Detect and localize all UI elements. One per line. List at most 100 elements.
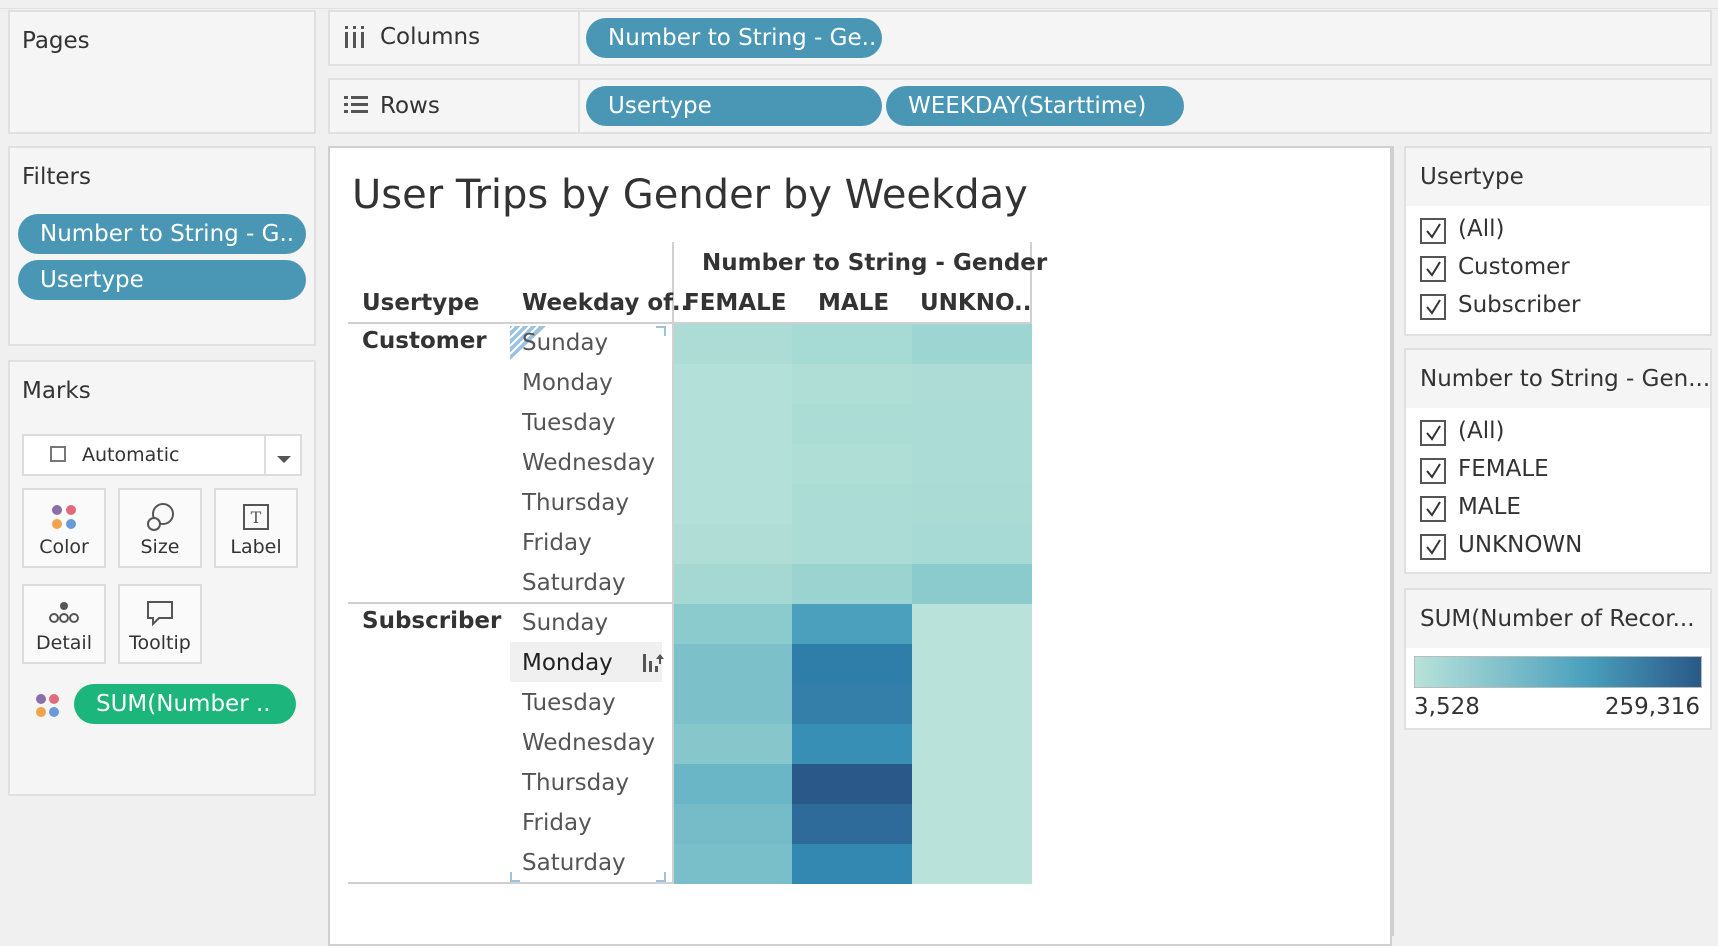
heatmap-cell[interactable] (792, 404, 912, 444)
heatmap-left-border (672, 324, 674, 884)
day-label[interactable]: Wednesday (522, 450, 655, 476)
heatmap-cell[interactable] (792, 644, 912, 684)
heatmap-cell[interactable] (672, 564, 792, 604)
heatmap-cell[interactable] (912, 524, 1032, 564)
checkbox-label: FEMALE (1458, 456, 1549, 482)
heatmap-cell[interactable] (672, 644, 792, 684)
heatmap-cell[interactable] (792, 324, 912, 364)
heatmap-cell[interactable] (912, 684, 1032, 724)
col-header-female[interactable]: FEMALE (684, 290, 786, 316)
day-label[interactable]: Saturday (522, 850, 626, 876)
checkbox-all[interactable] (1420, 218, 1446, 244)
col-header-male[interactable]: MALE (818, 290, 889, 316)
heatmap-cell[interactable] (912, 644, 1032, 684)
detail-button[interactable]: Detail (22, 584, 106, 664)
marks-field-pill[interactable]: SUM(Number .. (74, 684, 296, 724)
usertype-filter-card[interactable]: Usertype (All) Customer Subscriber (1404, 146, 1712, 336)
day-label[interactable]: Sunday (522, 330, 608, 356)
sort-icon[interactable] (642, 652, 664, 678)
day-label[interactable]: Monday (522, 370, 613, 396)
mark-type-dropdown[interactable]: Automatic (22, 434, 302, 476)
checkbox-female[interactable] (1420, 458, 1446, 484)
day-label[interactable]: Friday (522, 810, 592, 836)
filter-pill-usertype[interactable]: Usertype (18, 260, 306, 300)
label-button[interactable]: T Label (214, 488, 298, 568)
heatmap-cell[interactable] (792, 524, 912, 564)
heatmap-cell[interactable] (912, 484, 1032, 524)
heatmap-cell[interactable] (792, 444, 912, 484)
heatmap-cell[interactable] (672, 444, 792, 484)
checkbox-customer[interactable] (1420, 256, 1446, 282)
color-button[interactable]: Color (22, 488, 106, 568)
day-label[interactable]: Wednesday (522, 730, 655, 756)
heatmap-cell[interactable] (792, 764, 912, 804)
tooltip-button[interactable]: Tooltip (118, 584, 202, 664)
heatmap-cell[interactable] (912, 804, 1032, 844)
checkbox-male[interactable] (1420, 496, 1446, 522)
heatmap-cell[interactable] (912, 724, 1032, 764)
rows-pill-weekday[interactable]: WEEKDAY(Starttime) (886, 86, 1184, 126)
rows-icon (344, 94, 368, 120)
filter-pill-gender[interactable]: Number to String - G.. (18, 214, 306, 254)
viz-worksheet[interactable]: User Trips by Gender by Weekday Number t… (328, 146, 1392, 946)
day-label[interactable]: Thursday (522, 490, 629, 516)
day-label[interactable]: Friday (522, 530, 592, 556)
heatmap-cell[interactable] (912, 764, 1032, 804)
gender-filter-card[interactable]: Number to String - Gen... (All) FEMALE M… (1404, 348, 1712, 574)
pages-panel[interactable]: Pages (8, 10, 316, 134)
heatmap-grid[interactable] (672, 324, 1032, 884)
day-label-selected[interactable]: Monday (522, 650, 613, 676)
heatmap-cell[interactable] (912, 564, 1032, 604)
tooltip-icon (120, 598, 200, 628)
heatmap-cell[interactable] (912, 444, 1032, 484)
day-label[interactable]: Sunday (522, 610, 608, 636)
heatmap-cell[interactable] (672, 764, 792, 804)
rows-shelf[interactable]: Rows Usertype WEEKDAY(Starttime) (328, 78, 1712, 134)
color-icon (24, 502, 104, 532)
color-legend-card[interactable]: SUM(Number of Recor... 3,528 259,316 (1404, 588, 1712, 730)
day-label[interactable]: Tuesday (522, 690, 616, 716)
heatmap-cell[interactable] (912, 324, 1032, 364)
heatmap-cell[interactable] (792, 484, 912, 524)
rows-pill-usertype[interactable]: Usertype (586, 86, 882, 126)
checkbox-unknown[interactable] (1420, 534, 1446, 560)
checkbox-label: (All) (1458, 418, 1505, 444)
heatmap-cell[interactable] (792, 604, 912, 644)
group-label-subscriber[interactable]: Subscriber (362, 608, 501, 634)
heatmap-cell[interactable] (672, 844, 792, 884)
heatmap-cell[interactable] (912, 604, 1032, 644)
heatmap-cell[interactable] (912, 844, 1032, 884)
col-header-unknown[interactable]: UNKNO.. (920, 290, 1032, 316)
heatmap-cell[interactable] (672, 364, 792, 404)
columns-shelf[interactable]: Columns Number to String - Ge.. (328, 10, 1712, 66)
columns-label: Columns (380, 24, 481, 50)
heatmap-cell[interactable] (672, 804, 792, 844)
checkbox-all[interactable] (1420, 420, 1446, 446)
marks-panel[interactable]: Marks Automatic Color Size T Label Detai… (8, 360, 316, 796)
filters-panel[interactable]: Filters Number to String - G.. Usertype (8, 146, 316, 346)
heatmap-cell[interactable] (672, 524, 792, 564)
checkbox-subscriber[interactable] (1420, 294, 1446, 320)
group-label-customer[interactable]: Customer (362, 328, 487, 354)
heatmap-cell[interactable] (792, 564, 912, 604)
heatmap-cell[interactable] (672, 404, 792, 444)
heatmap-cell[interactable] (672, 484, 792, 524)
heatmap-cell[interactable] (792, 844, 912, 884)
day-label[interactable]: Tuesday (522, 410, 616, 436)
heatmap-cell[interactable] (672, 604, 792, 644)
day-label[interactable]: Thursday (522, 770, 629, 796)
heatmap-cell[interactable] (792, 684, 912, 724)
size-icon (120, 502, 200, 532)
heatmap-cell[interactable] (672, 684, 792, 724)
heatmap-cell[interactable] (792, 364, 912, 404)
size-button[interactable]: Size (118, 488, 202, 568)
heatmap-cell[interactable] (792, 724, 912, 764)
label-label: Label (230, 536, 282, 558)
heatmap-cell[interactable] (912, 364, 1032, 404)
day-label[interactable]: Saturday (522, 570, 626, 596)
heatmap-cell[interactable] (672, 324, 792, 364)
heatmap-cell[interactable] (912, 404, 1032, 444)
heatmap-cell[interactable] (672, 724, 792, 764)
heatmap-cell[interactable] (792, 804, 912, 844)
columns-pill-gender[interactable]: Number to String - Ge.. (586, 18, 882, 58)
